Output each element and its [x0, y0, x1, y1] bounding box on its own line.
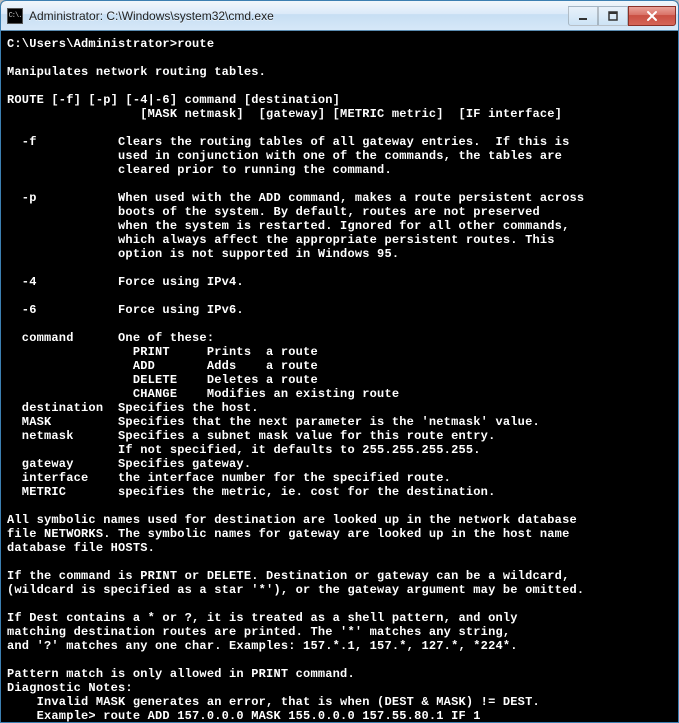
close-icon: [646, 10, 658, 22]
maximize-button[interactable]: [598, 6, 628, 26]
maximize-icon: [608, 11, 618, 21]
cmd-icon: C:\.: [7, 8, 23, 24]
terminal-output[interactable]: C:\Users\Administrator>route Manipulates…: [1, 31, 678, 722]
minimize-button[interactable]: [568, 6, 598, 26]
close-button[interactable]: [628, 6, 676, 26]
minimize-icon: [578, 11, 588, 21]
window-title: Administrator: C:\Windows\system32\cmd.e…: [29, 9, 568, 23]
cmd-window: C:\. Administrator: C:\Windows\system32\…: [0, 0, 679, 723]
window-controls: [568, 6, 676, 26]
titlebar[interactable]: C:\. Administrator: C:\Windows\system32\…: [1, 1, 678, 31]
